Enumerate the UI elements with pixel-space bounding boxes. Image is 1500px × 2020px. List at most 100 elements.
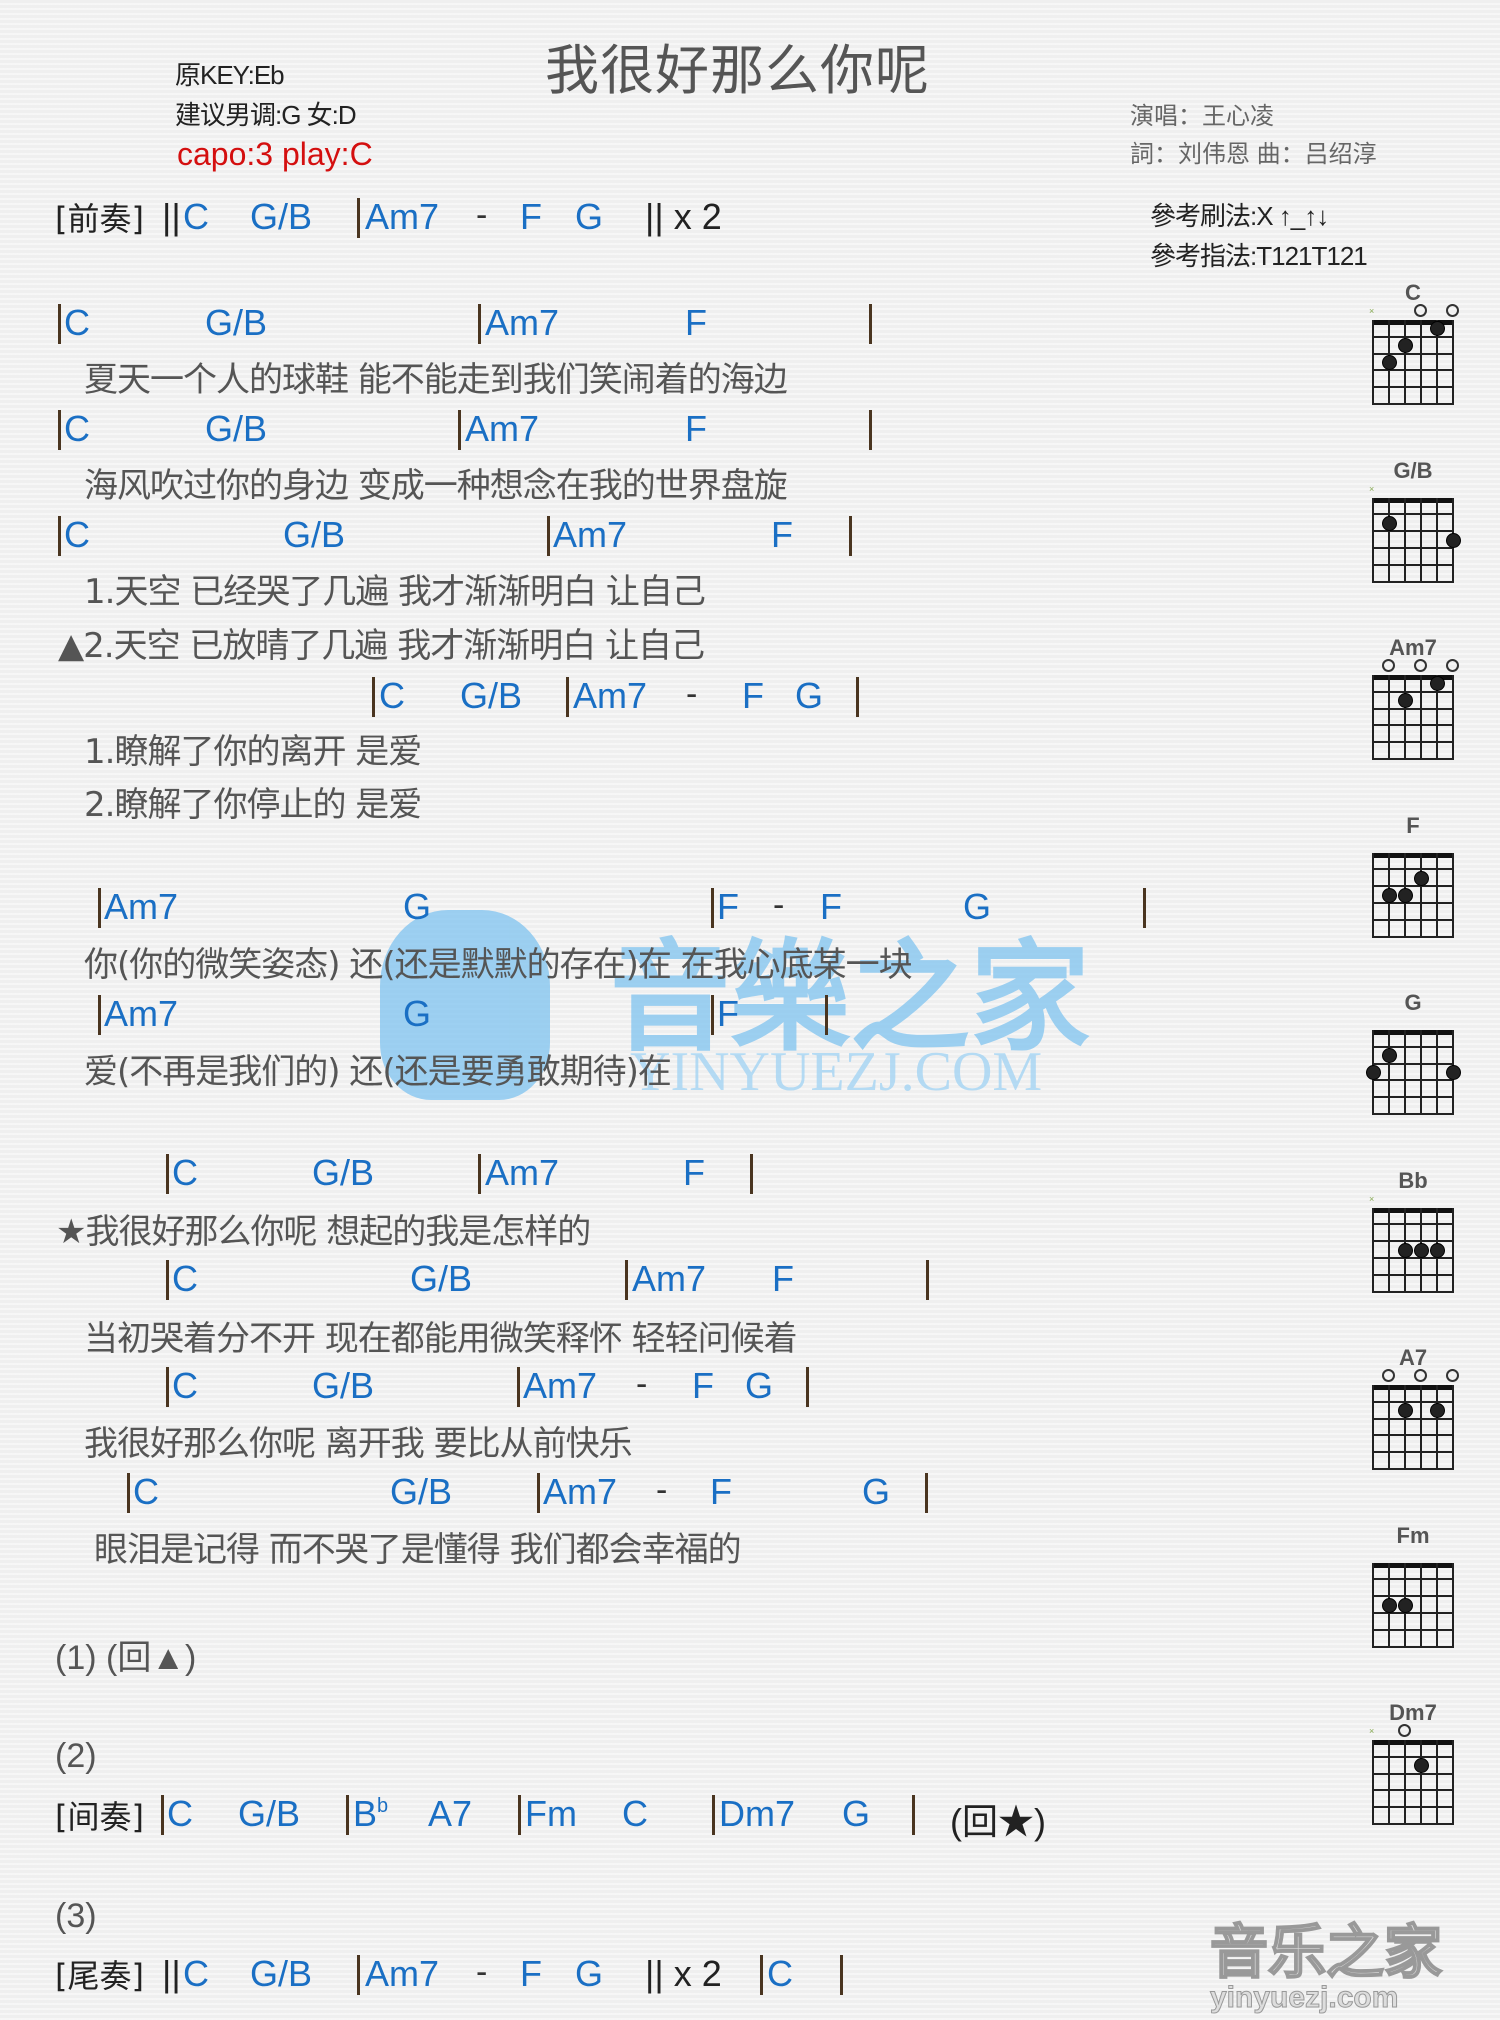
- fret-line: [1372, 1400, 1454, 1403]
- string-line: [1420, 1740, 1422, 1824]
- finger-dot: [1413, 1242, 1429, 1258]
- string-line: [1452, 852, 1454, 937]
- string-line: [1404, 320, 1406, 404]
- string-line: [1404, 675, 1406, 759]
- bar-line: [127, 1473, 130, 1513]
- chord: C: [183, 196, 209, 237]
- fretboard-grid: [1365, 1030, 1461, 1115]
- string-line: [1372, 1207, 1374, 1292]
- string-line: [1452, 675, 1454, 759]
- bar-line: [926, 1260, 929, 1300]
- lyric-line: 海风吹过你的身边 变成一种想念在我的世界盘旋: [84, 466, 788, 506]
- nut: [1372, 1207, 1454, 1213]
- fret-line: [1372, 1256, 1454, 1259]
- string-line: [1420, 675, 1422, 759]
- bar-line: [166, 1367, 169, 1407]
- fret-line: [1372, 1062, 1454, 1065]
- string-line: [1436, 497, 1438, 582]
- string-line: [1372, 1562, 1374, 1647]
- chord: C: [767, 1953, 793, 1994]
- fret-line: [1372, 1223, 1454, 1226]
- fret-line: [1372, 1434, 1454, 1437]
- open-string-icon: [1446, 304, 1459, 317]
- fret-line: [1372, 1595, 1454, 1598]
- fret-line: [1372, 580, 1454, 583]
- chord: C: [379, 675, 405, 716]
- chord-diagram-name: G/B: [1393, 457, 1433, 483]
- string-line: [1436, 1030, 1438, 1114]
- chord-diagram-name: C: [1405, 280, 1421, 305]
- chord: Fm: [525, 1793, 577, 1834]
- string-line: [1388, 1740, 1390, 1824]
- fret-line: [1372, 707, 1454, 710]
- repeat-end: || x 2: [645, 196, 722, 237]
- string-line: [1436, 1740, 1438, 1824]
- chord: G/B: [250, 1953, 313, 1994]
- lyric-line: 爱(不再是我们的) 还(还是要勇敢期待)在: [84, 1052, 672, 1092]
- bar-line: [58, 304, 61, 344]
- string-line: [1388, 497, 1390, 582]
- bar-line: [806, 1367, 809, 1407]
- fret-line: [1372, 724, 1454, 727]
- chord: G: [745, 1365, 774, 1406]
- bar-line: [357, 198, 360, 238]
- lyric-line: 1.瞭解了你的离开 是爱: [84, 732, 422, 772]
- string-line: [1404, 1385, 1406, 1469]
- finger-dot: [1381, 1048, 1397, 1064]
- string-line: [1452, 320, 1454, 404]
- bar-line: [346, 1795, 349, 1835]
- bar-line: [372, 677, 375, 717]
- bar-line: [458, 410, 461, 450]
- lyric-line: 夏天一个人的球鞋 能不能走到我们笑闹着的海边: [84, 360, 788, 400]
- outro-tag: [尾奏]: [55, 1957, 144, 1995]
- bar-line: [711, 888, 714, 928]
- finger-dot: [1397, 338, 1413, 354]
- chord: C: [172, 1258, 198, 1299]
- fret-line: [1372, 352, 1454, 355]
- chord: Am7: [465, 408, 540, 449]
- repeat-start: ||: [162, 1953, 181, 1994]
- chord: G: [403, 886, 432, 927]
- chord: G/B: [238, 1793, 301, 1834]
- fret-line: [1372, 1823, 1454, 1825]
- chord: C: [167, 1793, 193, 1834]
- original-key: 原KEY:Eb: [175, 60, 285, 90]
- chord: G/B: [250, 196, 313, 237]
- bar-line: [760, 1955, 763, 1995]
- muted-string-icon: ×: [1369, 1193, 1375, 1204]
- open-string-icon: [1414, 659, 1427, 672]
- chord-hold: -: [476, 1953, 488, 1991]
- chord: F: [685, 408, 707, 449]
- bar-line: [98, 888, 101, 928]
- watermark-text: 音樂之家: [610, 929, 1090, 1068]
- bar-line: [58, 410, 61, 450]
- chord-hold: -: [656, 1471, 668, 1509]
- nut: [1372, 497, 1454, 503]
- chord: G: [575, 196, 604, 237]
- nut: [1372, 1385, 1454, 1390]
- bar-line: [1143, 888, 1146, 928]
- section-number-3: (3): [55, 1897, 97, 1935]
- repeat-start: ||: [162, 196, 181, 237]
- chord: Am7: [553, 514, 628, 555]
- chord: F: [742, 675, 764, 716]
- bar-line: [357, 1955, 360, 1995]
- nut: [1372, 1030, 1454, 1035]
- bar-line: [547, 516, 550, 556]
- bar-line: [825, 995, 828, 1035]
- finger-dot: [1381, 515, 1397, 531]
- chord: F: [683, 1152, 705, 1193]
- return-chorus-marker: (回★): [950, 1801, 1046, 1842]
- bar-line: [517, 1367, 520, 1407]
- nut: [1372, 1562, 1454, 1568]
- singer-credit: 演唱：王心凌: [1130, 103, 1274, 130]
- lyric-line: 眼泪是记得 而不哭了是懂得 我们都会幸福的: [94, 1530, 742, 1570]
- fret-line: [1372, 513, 1454, 516]
- chord: F: [772, 1258, 794, 1299]
- finger-dot: [1381, 355, 1397, 370]
- bar-line: [856, 677, 859, 717]
- chord: C: [183, 1953, 209, 1994]
- chord: Am7: [365, 1953, 440, 1994]
- chord: Am7: [632, 1258, 707, 1299]
- fretboard-grid: ×: [1369, 484, 1461, 583]
